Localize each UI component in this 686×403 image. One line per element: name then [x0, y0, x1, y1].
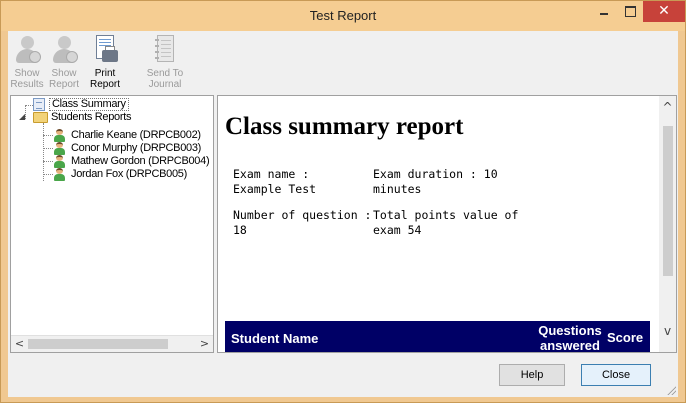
tree-item-label: Class Summary	[49, 98, 129, 111]
tree-item-label: Mathew Gordon (DRPCB004)	[71, 155, 210, 167]
scroll-thumb[interactable]	[663, 126, 673, 276]
column-score: Score	[607, 330, 644, 345]
tree-connector	[43, 123, 44, 181]
tree-item-student[interactable]: Conor Murphy (DRPCB003)	[53, 142, 213, 155]
question-count-line2: 18	[233, 223, 247, 237]
resize-grip[interactable]	[666, 385, 676, 395]
column-questions-line1: Questions	[538, 323, 602, 338]
toolbar: Show Results Show Report Print Report Se…	[8, 31, 678, 93]
maximize-button[interactable]	[617, 1, 643, 22]
question-count-line1: Number of question :	[233, 208, 372, 222]
print-report-button[interactable]: Print Report	[85, 33, 125, 91]
report-tree[interactable]: Class Summary ◢ Students Reports Charlie…	[10, 95, 214, 353]
show-report-label-line2: Report	[48, 79, 79, 90]
column-questions-line2: answered	[540, 338, 600, 353]
show-report-button[interactable]: Show Report	[45, 33, 83, 91]
tree-item-label: Students Reports	[51, 111, 132, 123]
print-report-label-line2: Report	[89, 79, 120, 90]
student-icon	[53, 168, 66, 181]
total-points-block: Total points value of exam 54	[373, 208, 518, 238]
tree-connector	[43, 174, 53, 175]
column-student-name: Student Name	[231, 331, 319, 346]
send-to-journal-button[interactable]: Send To Journal	[143, 33, 187, 91]
exam-name-value: Example Test	[233, 182, 317, 196]
report-view[interactable]: Class summary report Exam name : Example…	[217, 95, 677, 353]
question-count-block: Number of question : 18	[233, 208, 371, 238]
window-title: Test Report	[309, 8, 377, 23]
student-icon	[53, 129, 66, 142]
minimize-button[interactable]	[591, 1, 617, 22]
tree-connector	[43, 161, 53, 162]
total-points-line1: Total points value of	[373, 208, 519, 222]
tree-item-student[interactable]: Charlie Keane (DRPCB002)	[53, 129, 213, 142]
tree-item-label: Charlie Keane (DRPCB002)	[71, 129, 201, 141]
results-table-header: Student Name Questions answered Score	[225, 321, 650, 353]
exam-name-block: Exam name : Example Test	[233, 167, 316, 197]
total-points-line2: exam 54	[373, 223, 422, 237]
tree-item-student[interactable]: Mathew Gordon (DRPCB004)	[53, 155, 213, 168]
person-icon	[12, 33, 42, 67]
student-icon	[53, 155, 66, 168]
tree-connector	[43, 135, 53, 136]
tree-connector	[25, 105, 33, 106]
title-bar[interactable]: Test Report ✕	[1, 1, 685, 31]
exam-duration-line2: minutes	[373, 182, 422, 196]
show-results-button[interactable]: Show Results	[10, 33, 44, 91]
test-report-window: Test Report ✕ Show Results Show Report P…	[0, 0, 686, 403]
show-results-label-line1: Show	[14, 68, 40, 79]
tree-item-label: Conor Murphy (DRPCB003)	[71, 142, 202, 154]
tree-horizontal-scrollbar[interactable]: < >	[11, 335, 213, 352]
column-questions-answered: Questions answered	[531, 323, 609, 353]
student-icon	[53, 142, 66, 155]
exam-duration-line1: Exam duration : 10	[373, 167, 498, 181]
report-title: Class summary report	[225, 113, 464, 140]
collapse-icon[interactable]: ◢	[19, 112, 25, 121]
exam-name-label: Exam name :	[233, 167, 310, 181]
journal-icon	[150, 33, 180, 67]
scroll-thumb[interactable]	[28, 339, 168, 349]
print-report-label-line1: Print	[94, 68, 116, 79]
client-area: Show Results Show Report Print Report Se…	[8, 31, 678, 397]
tree-item-class-summary[interactable]: Class Summary	[33, 98, 133, 111]
scroll-left-icon[interactable]: <	[11, 336, 28, 352]
scroll-up-icon[interactable]: ^	[659, 100, 676, 117]
tree-item-student[interactable]: Jordan Fox (DRPCB005)	[53, 168, 213, 181]
report-vertical-scrollbar[interactable]: ^ v	[659, 96, 676, 352]
exam-duration-block: Exam duration : 10 minutes	[373, 167, 498, 197]
document-icon	[33, 98, 45, 111]
close-button[interactable]: Close	[581, 364, 651, 386]
close-window-button[interactable]: ✕	[643, 1, 685, 22]
tree-connector	[43, 148, 53, 149]
close-icon: ✕	[658, 3, 670, 19]
folder-icon	[33, 112, 48, 123]
tree-item-students-reports[interactable]: Students Reports	[33, 111, 153, 124]
show-report-label-line1: Show	[51, 68, 77, 79]
send-to-journal-label-line2: Journal	[148, 79, 182, 90]
person-icon	[49, 33, 79, 67]
show-results-label-line2: Results	[10, 79, 44, 90]
scroll-right-icon[interactable]: >	[196, 336, 213, 352]
help-button[interactable]: Help	[499, 364, 565, 386]
tree-item-label: Jordan Fox (DRPCB005)	[71, 168, 187, 180]
send-to-journal-label-line1: Send To	[146, 68, 184, 79]
scroll-down-icon[interactable]: v	[659, 324, 676, 341]
print-icon	[90, 33, 120, 67]
